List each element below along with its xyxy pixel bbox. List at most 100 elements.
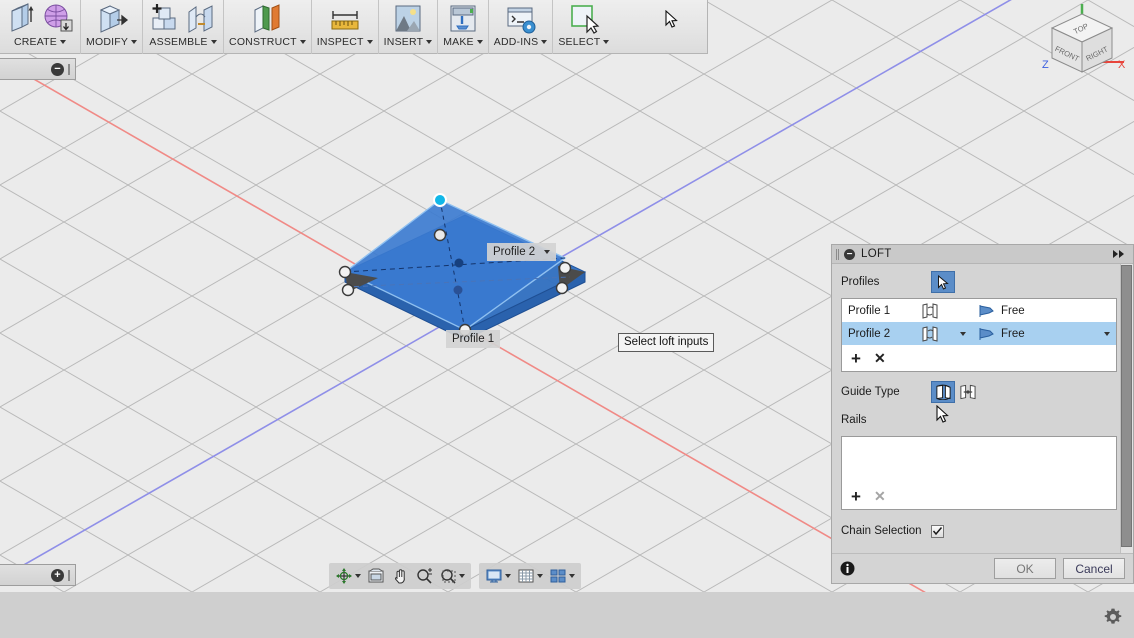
toolbar-label[interactable]: MAKE [443,36,483,48]
inspect-measure-icon[interactable] [328,2,362,36]
view-cube[interactable]: X Z TOP FRONT RIGHT [1020,0,1132,92]
collapse-icon[interactable]: − [844,248,855,260]
chevron-down-icon[interactable] [131,40,138,44]
chevron-down-icon[interactable] [426,40,433,44]
scrollbar-thumb[interactable] [1121,265,1132,547]
viewports-icon[interactable] [549,567,567,585]
profile-tangency[interactable]: Free [978,304,1025,318]
profile-tangency-dropdown[interactable] [1102,331,1110,336]
profile-list-row[interactable]: Profile 2 Free [842,322,1116,345]
double-arrow-right-icon[interactable] [1111,249,1127,259]
create-extrude-icon[interactable] [5,2,39,36]
drag-grip[interactable] [68,569,70,581]
create-form-icon[interactable] [41,2,75,36]
grid-snap-button[interactable] [514,565,546,587]
remove-rail-button[interactable]: ✕ [874,489,886,503]
viewport-label-profile-1[interactable]: Profile 1 [446,330,501,348]
modify-press-pull-icon[interactable] [95,2,129,36]
toolbar-group-construct[interactable]: CONSTRUCT [224,0,312,54]
profile-tangency[interactable]: Free [978,327,1025,341]
profiles-select-button[interactable] [931,271,955,293]
toolbar-label[interactable]: ADD-INS [494,36,548,48]
display-settings-button[interactable] [482,565,514,587]
zoom-window-icon[interactable] [439,567,457,585]
chevron-down-icon[interactable] [210,40,217,44]
loft-dialog[interactable]: − LOFT Profiles Profile 1 Free Profile 2… [831,244,1134,584]
toolbar-label[interactable]: ASSEMBLE [149,36,217,48]
select-icon[interactable] [567,2,601,36]
pan-button[interactable] [388,565,412,587]
construct-plane-icon[interactable] [250,2,284,36]
chevron-down-icon[interactable] [355,574,361,578]
comments-panel-tab[interactable]: + [0,564,76,586]
profile-plane-icon[interactable] [920,302,958,319]
chevron-down-icon[interactable] [541,40,548,44]
guide-type-rails-button[interactable] [931,381,955,403]
toolbar-label[interactable]: CREATE [14,36,66,48]
toolbar-group-make[interactable]: MAKE [438,0,489,54]
chevron-down-icon[interactable] [505,574,511,578]
loft-dialog-header[interactable]: − LOFT [832,245,1133,264]
display-settings-icon[interactable] [485,567,503,585]
add-rail-button[interactable]: + [851,488,861,505]
guide-type-centerline-button[interactable] [955,381,979,403]
ok-button[interactable]: OK [994,558,1056,579]
browser-panel-tab[interactable]: − [0,58,76,80]
chevron-down-icon[interactable] [60,40,66,44]
toolbar-label[interactable]: MODIFY [86,36,138,48]
rails-list[interactable]: + ✕ [841,436,1117,510]
pan-icon[interactable] [391,567,409,585]
drag-grip[interactable] [68,63,70,75]
add-profile-button[interactable]: + [851,350,861,367]
assemble-joint-icon[interactable] [184,2,218,36]
chevron-down-icon[interactable] [366,40,373,44]
chevron-down-icon[interactable] [476,40,483,44]
toolbar-label[interactable]: INSERT [384,36,433,48]
viewport-label-profile-2[interactable]: Profile 2 [487,243,557,261]
expand-icon[interactable]: + [51,568,64,582]
profiles-list[interactable]: Profile 1 Free Profile 2 Free + ✕ [841,298,1117,372]
chevron-down-icon[interactable] [544,250,551,254]
toolbar-group-insert[interactable]: INSERT [379,0,439,54]
chevron-down-icon[interactable] [459,574,465,578]
chevron-down-icon[interactable] [299,40,306,44]
toolbar-group-inspect[interactable]: INSPECT [312,0,379,54]
toolbar-group-addins[interactable]: ADD-INS [489,0,554,54]
look-at-button[interactable] [364,565,388,587]
make-3d-print-icon[interactable] [446,2,480,36]
remove-profile-button[interactable]: ✕ [874,351,886,365]
orbit-button[interactable] [332,565,364,587]
loft-dialog-scrollbar[interactable] [1120,264,1133,553]
zoom-icon[interactable] [415,567,433,585]
addins-scripts-icon[interactable] [504,2,538,36]
orbit-icon[interactable] [335,567,353,585]
toolbar-group-select[interactable]: SELECT [553,0,614,54]
toolbar-label[interactable]: INSPECT [317,36,373,48]
insert-image-icon[interactable] [391,2,425,36]
profile-list-row[interactable]: Profile 1 Free [842,299,1116,322]
chevron-down-icon[interactable] [603,40,610,44]
toolbar-group-create[interactable]: CREATE [0,0,81,54]
chevron-down-icon[interactable] [537,574,543,578]
toolbar-group-assemble[interactable]: ASSEMBLE [143,0,225,54]
cancel-button[interactable]: Cancel [1063,558,1125,579]
viewports-button[interactable] [546,565,578,587]
drag-grip[interactable] [836,248,839,260]
grid-snap-icon[interactable] [517,567,535,585]
chevron-down-icon[interactable] [960,331,966,336]
zoom-window-button[interactable] [436,565,468,587]
collapse-icon[interactable]: − [51,62,64,76]
toolbar-label[interactable]: SELECT [558,36,610,48]
chain-selection-checkbox[interactable] [931,524,944,538]
toolbar-label[interactable]: CONSTRUCT [229,36,306,48]
assemble-new-component-icon[interactable] [148,2,182,36]
chevron-down-icon[interactable] [569,574,575,578]
zoom-button[interactable] [412,565,436,587]
chevron-down-icon[interactable] [1104,331,1110,336]
toolbar-group-modify[interactable]: MODIFY [81,0,144,54]
settings-button[interactable] [1100,604,1126,630]
look-at-icon[interactable] [367,567,385,585]
profile-type-dropdown[interactable] [958,331,978,336]
info-icon[interactable] [840,561,855,576]
profile-plane-icon[interactable] [920,325,958,342]
